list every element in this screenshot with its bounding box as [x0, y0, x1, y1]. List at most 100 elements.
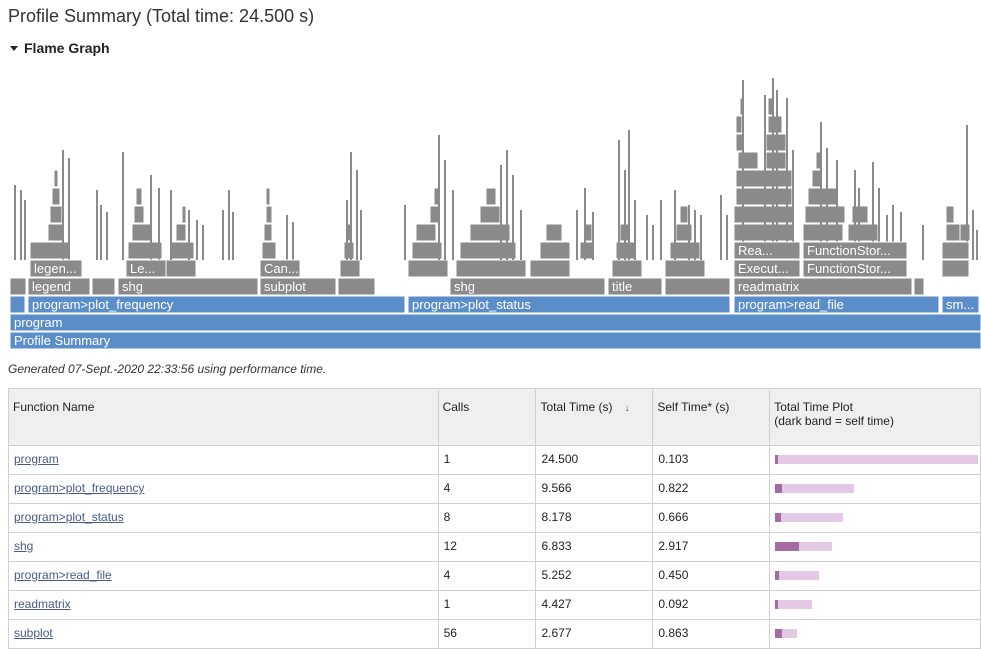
flame-frame[interactable] [506, 150, 508, 260]
col-calls[interactable]: Calls [437, 388, 537, 446]
flame-frame[interactable] [360, 210, 362, 260]
flame-frame[interactable] [170, 190, 172, 260]
flame-frame[interactable] [726, 215, 728, 260]
flame-frame[interactable] [485, 187, 497, 206]
flame-frame[interactable] [135, 187, 143, 206]
flame-frame[interactable] [576, 210, 578, 260]
flame-frame[interactable] [804, 205, 846, 224]
flame-frame[interactable] [415, 223, 437, 242]
flame-frame[interactable] [286, 215, 288, 260]
flame-frame[interactable] [634, 200, 636, 260]
flame-frame[interactable] [232, 212, 234, 260]
flame-frame[interactable] [106, 212, 108, 260]
flame-frame[interactable] [407, 259, 449, 278]
flame-frame[interactable] [96, 190, 98, 260]
flame-frame[interactable] [646, 215, 648, 260]
flame-frame[interactable] [169, 241, 195, 260]
flame-frame[interactable] [922, 225, 924, 260]
flame-frame[interactable] [529, 259, 571, 278]
table-row[interactable]: program 1 24.500 0.103 [8, 445, 981, 475]
flame-frame[interactable] [263, 223, 273, 242]
table-row[interactable]: shg 12 6.833 2.917 [8, 532, 981, 562]
flame-frame[interactable] [53, 169, 59, 188]
flame-frame[interactable] [479, 205, 501, 224]
flame-frame[interactable] [222, 210, 224, 260]
flame-frame[interactable] [592, 212, 594, 260]
flame-frame[interactable] [694, 210, 696, 260]
col-self-time[interactable]: Self Time* (s) [652, 388, 771, 446]
flame-frame[interactable] [618, 140, 620, 260]
flame-frame[interactable] [337, 277, 376, 296]
flame-frame[interactable] [545, 223, 563, 242]
flame-frame[interactable] [261, 241, 277, 260]
flame-frame[interactable] [735, 115, 743, 134]
flame-frame[interactable] [158, 188, 160, 260]
flame-frame[interactable] [700, 215, 702, 260]
function-link[interactable]: program>plot_frequency [14, 481, 144, 495]
flame-frame[interactable] [786, 98, 788, 260]
flame-frame[interactable] [913, 277, 925, 296]
flame-frame[interactable] [438, 135, 440, 260]
flame-frame[interactable] [452, 190, 454, 260]
flame-frame[interactable] [764, 95, 766, 260]
flame-frame[interactable] [350, 152, 352, 260]
flame-frame[interactable] [20, 190, 22, 260]
col-total-time[interactable]: Total Time (s) ↓ [535, 388, 654, 446]
flame-frame[interactable] [150, 175, 152, 260]
flame-frame[interactable] [339, 259, 361, 278]
flame-frame-profile-summary[interactable] [9, 331, 981, 350]
flame-frame[interactable] [820, 122, 822, 260]
flame-frame[interactable] [772, 78, 774, 260]
function-link[interactable]: program>read_file [14, 568, 112, 582]
table-row[interactable]: program>plot_status 8 8.178 0.666 [8, 503, 981, 533]
flame-frame[interactable] [945, 223, 961, 242]
flame-frame[interactable] [742, 80, 744, 260]
flame-frame[interactable] [664, 277, 731, 296]
flame-frame[interactable] [688, 205, 690, 260]
flame-frame[interactable] [292, 222, 294, 260]
flame-frame[interactable] [188, 210, 190, 260]
flame-frame[interactable] [628, 130, 630, 260]
flame-frame[interactable] [652, 225, 654, 260]
flame-frame[interactable] [411, 241, 443, 260]
flame-frame[interactable] [767, 115, 783, 134]
flame-frame[interactable] [941, 259, 970, 278]
function-link[interactable]: program>plot_status [14, 510, 124, 524]
flame-frame[interactable] [945, 205, 955, 224]
flame-frame[interactable] [24, 200, 26, 260]
flame-frame[interactable] [660, 200, 662, 260]
flame-frame[interactable] [455, 259, 527, 278]
flame-frame[interactable] [579, 241, 595, 260]
flame-frame[interactable] [356, 170, 358, 260]
flame-frame[interactable] [972, 210, 974, 260]
flame-frame[interactable] [9, 295, 26, 314]
flame-frame[interactable] [959, 223, 971, 242]
flame-frame[interactable] [346, 200, 348, 260]
table-row[interactable]: readmatrix 1 4.427 0.092 [8, 590, 981, 620]
function-link[interactable]: subplot [14, 626, 53, 640]
flame-frame[interactable] [51, 187, 61, 206]
flame-frame[interactable] [343, 241, 355, 260]
flame-frame[interactable] [14, 185, 16, 260]
function-link[interactable]: program [14, 452, 59, 466]
flame-frame[interactable] [976, 230, 978, 260]
flame-frame[interactable] [941, 241, 970, 260]
flame-frame[interactable] [265, 187, 271, 206]
flame-frame[interactable] [584, 188, 586, 260]
flame-frame[interactable] [679, 205, 689, 224]
flame-frame[interactable] [966, 125, 968, 260]
flame-frame[interactable] [133, 205, 145, 224]
flame-frame[interactable] [404, 205, 406, 260]
col-function-name[interactable]: Function Name [8, 388, 439, 446]
flame-frame[interactable] [664, 259, 706, 278]
table-row[interactable]: subplot 56 2.677 0.863 [8, 619, 981, 649]
flame-frame[interactable] [807, 187, 839, 206]
flame-frame[interactable] [539, 241, 571, 260]
flame-frame[interactable] [68, 158, 70, 260]
flame-frame[interactable] [9, 277, 27, 296]
flame-frame[interactable] [196, 220, 198, 260]
flame-frame[interactable] [720, 195, 722, 260]
flame-frame[interactable] [181, 205, 187, 224]
function-link[interactable]: readmatrix [14, 597, 71, 611]
flame-frame[interactable] [165, 259, 197, 278]
